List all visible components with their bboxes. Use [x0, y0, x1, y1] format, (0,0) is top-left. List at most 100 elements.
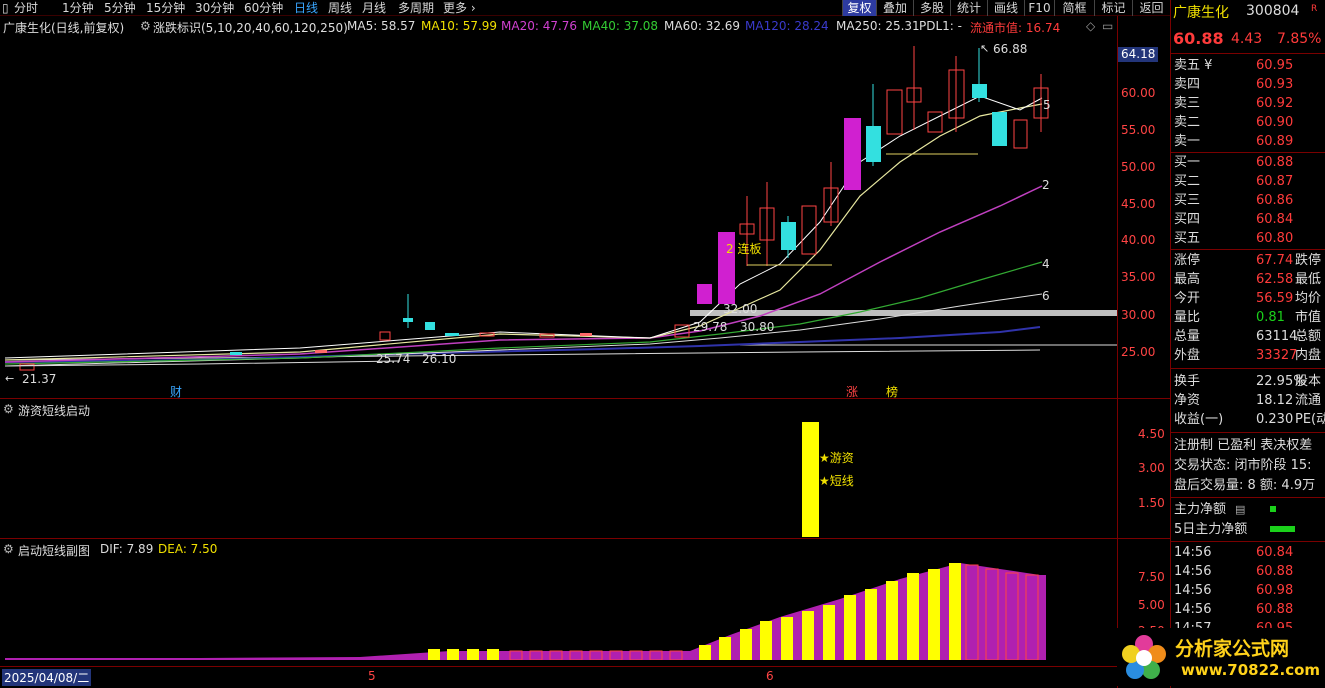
ma20-line: [4, 185, 1043, 363]
main-flow-row[interactable]: 主力净额 ▤: [1171, 500, 1325, 519]
draw-line-button[interactable]: 画线: [987, 0, 1024, 16]
watermark-logo: 分析家公式网 www.70822.com: [1117, 628, 1325, 686]
quote-panel: 广康生化 300804 R 60.88 4.43 7.85% 卖五 ¥60.95…: [1170, 0, 1325, 688]
indicator-settings-icon[interactable]: ⚙: [140, 19, 151, 33]
price-axis-label: 30.00: [1121, 308, 1156, 322]
fuquan-button[interactable]: 复权: [842, 0, 876, 16]
multi-stock-button[interactable]: 多股: [913, 0, 950, 16]
ask-row[interactable]: 卖三 60.92: [1171, 94, 1325, 113]
five-day-flow-row[interactable]: 5日主力净额: [1171, 520, 1325, 539]
stat-row: 净资 18.12 流通: [1174, 393, 1322, 408]
pdl-value: PDL1: -: [919, 19, 962, 33]
tab-60min[interactable]: 60分钟: [244, 0, 283, 16]
bid-row[interactable]: 买五 60.80: [1171, 229, 1325, 248]
panel-divider: [0, 398, 1170, 399]
panel2-settings-icon[interactable]: ⚙: [3, 402, 14, 416]
high-arrow-icon: ↖: [980, 42, 990, 55]
mark-button[interactable]: 标记: [1094, 0, 1132, 16]
ask-row[interactable]: 卖四 60.93: [1171, 75, 1325, 94]
ask-row[interactable]: 卖二 60.90: [1171, 113, 1325, 132]
flower-icon: [1122, 635, 1166, 679]
last-price: 60.88: [1173, 29, 1224, 48]
price-change-pct: 7.85%: [1277, 31, 1322, 47]
low-marker: 21.37: [22, 372, 57, 386]
back-button[interactable]: 返回: [1132, 0, 1170, 16]
overlay-button[interactable]: 叠加: [876, 0, 913, 16]
watermark-url: www.70822.com: [1181, 661, 1321, 679]
tab-monthly[interactable]: 月线: [362, 0, 386, 16]
tick-row: 14:56 60.84: [1174, 545, 1294, 560]
stat-row: 最高 62.58 最低: [1174, 272, 1322, 287]
sub-indicator-chart[interactable]: [0, 555, 1117, 660]
chart-settings-icon[interactable]: ◇: [1086, 19, 1095, 33]
stop-icon[interactable]: ▯: [2, 0, 9, 16]
r-badge: R: [1311, 4, 1318, 14]
bid-row[interactable]: 买四 60.84: [1171, 210, 1325, 229]
tick-row: 14:56 60.88: [1174, 602, 1294, 617]
info-row: 交易状态: 闭市阶段 15:: [1174, 458, 1312, 473]
ma5-line: [4, 95, 1043, 359]
price-label-32: 32.00: [723, 302, 758, 316]
f10-button[interactable]: F10: [1024, 0, 1054, 16]
stats-button[interactable]: 统计: [950, 0, 987, 16]
price-label-3080: 30.80: [740, 320, 775, 334]
price-axis-label: 55.00: [1121, 123, 1156, 137]
ma250-value: MA250: 25.31: [836, 19, 920, 33]
flow-bar: [1270, 506, 1276, 512]
tab-1min[interactable]: 1分钟: [62, 0, 94, 16]
simple-frame-button[interactable]: 简框: [1054, 0, 1094, 16]
stock-title: 广康生化(日线,前复权): [3, 21, 125, 35]
ma20-value: MA20: 47.76: [501, 19, 578, 33]
price-axis-top-label: 64.18: [1121, 47, 1156, 61]
watermark-title: 分析家公式网: [1175, 638, 1290, 660]
high-marker: 66.88: [993, 42, 1028, 56]
stat-row: 总量 63114 总额: [1174, 329, 1322, 344]
tab-daily[interactable]: 日线: [294, 0, 318, 16]
panel3-axis-label: 5.00: [1138, 598, 1165, 612]
ask-row[interactable]: 卖一 60.89: [1171, 132, 1325, 151]
tab-5min[interactable]: 5分钟: [104, 0, 136, 16]
info-row: 盘后交易量: 8 额: 4.9万: [1174, 478, 1316, 493]
price-axis-label: 25.00: [1121, 345, 1156, 359]
tab-fenshi[interactable]: 分时: [14, 0, 38, 16]
panel3-settings-icon[interactable]: ⚙: [3, 542, 14, 556]
signal-label-duanxian: ★短线: [819, 474, 854, 488]
chart-expand-icon[interactable]: ▭: [1102, 19, 1113, 33]
date-axis: 2025/04/08/二 5 6: [0, 666, 1117, 688]
price-axis-label: 40.00: [1121, 233, 1156, 247]
tab-15min[interactable]: 15分钟: [146, 0, 185, 16]
ma-tag-5: 5: [1043, 98, 1051, 112]
indicator-name[interactable]: 涨跌标识(5,10,20,40,60,120,250): [153, 19, 348, 36]
panel2-axis-label: 4.50: [1138, 427, 1165, 441]
tab-multi-period[interactable]: 多周期: [398, 0, 434, 16]
bid-row[interactable]: 买三 60.86: [1171, 191, 1325, 210]
stock-code: 300804: [1246, 3, 1300, 19]
panel2-title: 游资短线启动: [18, 404, 91, 418]
kline-chart[interactable]: [0, 36, 1117, 398]
price-axis-label: 60.00: [1121, 86, 1156, 100]
ma10-line: [4, 103, 1043, 361]
panel3-axis-label: 7.50: [1138, 570, 1165, 584]
tab-weekly[interactable]: 周线: [328, 0, 352, 16]
stat-row: 外盘 33327 内盘: [1174, 348, 1322, 363]
stat-row: 换手 22.95% 股本: [1174, 374, 1322, 389]
tab-more[interactable]: 更多 ›: [443, 0, 476, 16]
bid-row[interactable]: 买二 60.87: [1171, 172, 1325, 191]
ask-row[interactable]: 卖五 ¥60.95: [1171, 56, 1325, 75]
dea-value: DEA: 7.50: [158, 542, 218, 556]
flow-bar: [1270, 526, 1295, 532]
ma-tag-4: 4: [1042, 257, 1050, 271]
stat-row: 量比 0.81 市值: [1174, 310, 1322, 325]
list-icon[interactable]: ▤: [1235, 500, 1245, 519]
price-label-2978: 29.78: [693, 320, 728, 334]
ma5-value: MA5: 58.57: [347, 19, 416, 33]
panel2-axis-label: 3.00: [1138, 461, 1165, 475]
axis-divider: [1117, 16, 1118, 688]
ma60-value: MA60: 32.69: [664, 19, 741, 33]
lianban-label: 2 连板: [726, 242, 762, 256]
float-cap-value: 流通市值: 16.74: [970, 21, 1061, 35]
tab-30min[interactable]: 30分钟: [195, 0, 234, 16]
price-label-2610: 26.10: [422, 352, 457, 366]
tick-row: 14:56 60.88: [1174, 564, 1294, 579]
bid-row[interactable]: 买一 60.88: [1171, 153, 1325, 172]
